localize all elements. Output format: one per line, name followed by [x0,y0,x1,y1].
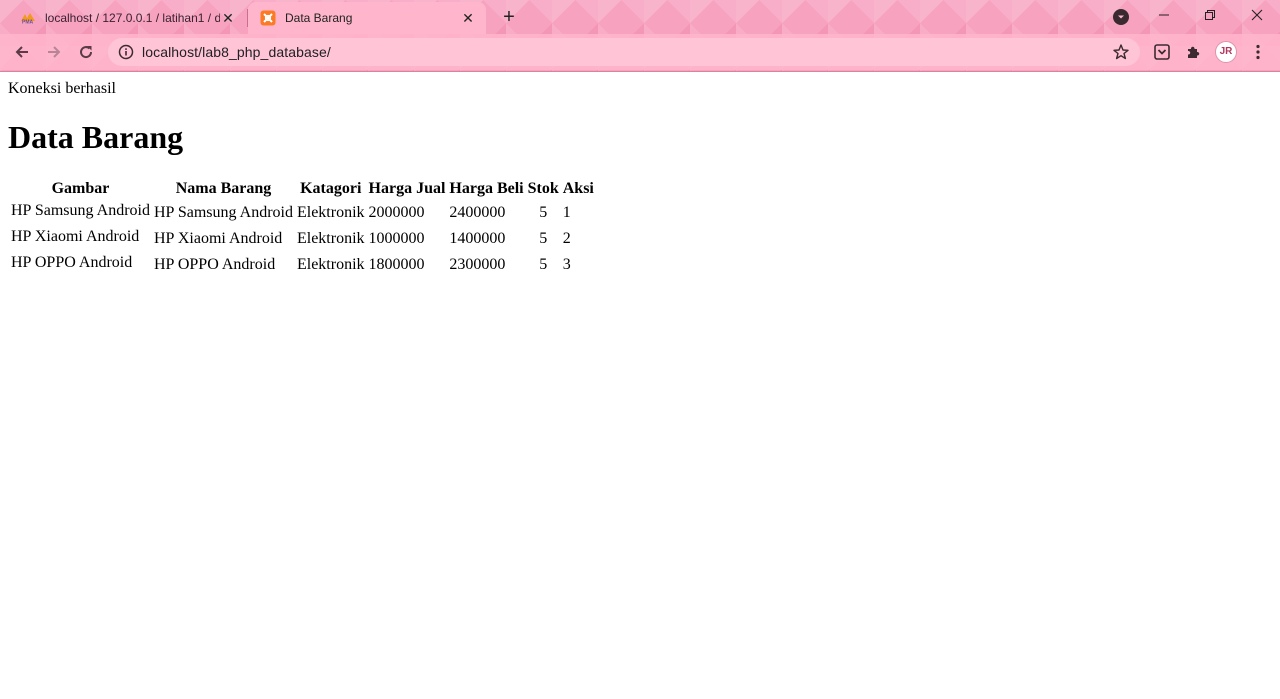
browser-toolbar: localhost/lab8_php_database/ JR [0,34,1280,70]
column-header-harga-jual: Harga Jual [368,180,446,197]
cell-kategori: Elektronik [296,230,365,247]
column-header-gambar: Gambar [51,180,110,197]
profile-avatar[interactable]: JR [1215,41,1237,63]
close-tab-icon[interactable]: ✕ [220,10,236,26]
tab-phpmyadmin[interactable]: PMA localhost / 127.0.0.1 / latihan1 / d… [8,2,246,34]
cell-aksi: 3 [562,256,571,273]
address-text: localhost/lab8_php_database/ [142,44,331,60]
column-header-nama: Nama Barang [175,180,272,197]
tab-title: Data Barang [285,11,353,25]
table-header-row: Gambar Nama Barang Katagori Harga Jual H… [10,179,595,199]
cell-harga-beli: 2400000 [449,204,506,221]
connection-status: Koneksi berhasil [8,80,116,97]
phpmyadmin-icon: PMA [20,10,36,26]
table-row: HP Xiaomi Android HP Xiaomi Android Elek… [10,227,595,251]
cell-harga-jual: 2000000 [368,204,425,221]
cell-nama: HP Samsung Android [153,204,293,221]
extensions-puzzle-icon[interactable] [1184,42,1204,62]
broken-image: HP OPPO Android [10,253,151,277]
forward-button[interactable] [42,40,66,64]
close-tab-icon[interactable]: ✕ [460,10,476,26]
tab-title: localhost / 127.0.0.1 / latihan1 / d [45,11,220,25]
pocket-icon[interactable] [1152,42,1172,62]
cell-kategori: Elektronik [296,204,365,221]
restore-button[interactable] [1187,4,1233,26]
cell-nama: HP Xiaomi Android [153,230,283,247]
svg-text:PMA: PMA [22,20,34,25]
close-window-button[interactable] [1234,4,1280,26]
broken-image: HP Samsung Android [10,201,151,225]
table-row: HP Samsung Android HP Samsung Android El… [10,201,595,225]
page-title: Data Barang [8,119,184,155]
cell-harga-beli: 1400000 [449,230,506,247]
new-tab-button[interactable]: + [498,6,520,28]
cell-aksi: 2 [562,230,571,247]
reload-button[interactable] [74,40,98,64]
browser-chrome: PMA localhost / 127.0.0.1 / latihan1 / d… [0,0,1280,72]
cell-kategori: Elektronik [296,256,365,273]
cell-stok: 5 [539,256,548,273]
menu-kebab-icon[interactable] [1248,42,1268,62]
column-header-harga-beli: Harga Beli [449,180,524,197]
tab-strip: PMA localhost / 127.0.0.1 / latihan1 / d… [0,0,1280,34]
table-row: HP OPPO Android HP OPPO Android Elektron… [10,253,595,277]
cell-aksi: 1 [562,204,571,221]
broken-image: HP Xiaomi Android [10,227,151,251]
site-info-icon[interactable] [118,44,134,60]
image-alt-text: HP Samsung Android [11,202,150,219]
cell-harga-jual: 1800000 [368,256,425,273]
bookmark-star-icon[interactable] [1112,43,1130,61]
xampp-icon [260,10,276,26]
column-header-kategori: Katagori [300,180,362,197]
cell-nama: HP OPPO Android [153,256,276,273]
image-alt-text: HP OPPO Android [11,254,133,271]
cell-stok: 5 [539,230,548,247]
tab-data-barang[interactable]: Data Barang ✕ [248,2,486,34]
minimize-button[interactable] [1141,4,1187,26]
cell-harga-beli: 2300000 [449,256,506,273]
column-header-stok: Stok [527,180,559,197]
back-button[interactable] [10,40,34,64]
cell-harga-jual: 1000000 [368,230,425,247]
column-header-aksi: Aksi [562,180,594,197]
data-table: Gambar Nama Barang Katagori Harga Jual H… [8,177,597,279]
cell-stok: 5 [539,204,548,221]
image-alt-text: HP Xiaomi Android [11,228,140,245]
address-bar[interactable]: localhost/lab8_php_database/ [108,38,1140,66]
tab-search-icon[interactable] [1113,9,1129,25]
